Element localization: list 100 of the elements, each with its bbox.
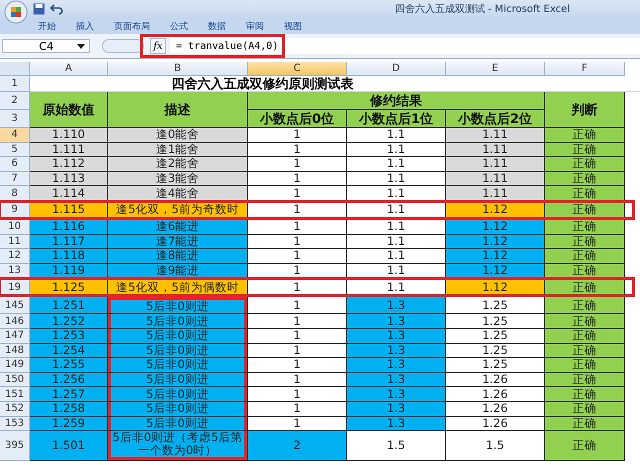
ribbon-tab[interactable]: 数据	[208, 20, 226, 32]
column-header[interactable]: B	[108, 62, 248, 76]
row-header[interactable]: 151	[0, 387, 30, 402]
ribbon-tab[interactable]: 视图	[284, 20, 302, 32]
table-cell: 1	[248, 249, 347, 264]
row-header[interactable]: 146	[0, 314, 30, 329]
table-cell: 1.1	[347, 220, 446, 235]
row-header[interactable]: 10	[0, 220, 30, 235]
table-cell: 1	[248, 372, 347, 388]
table-cell: 1.253	[30, 328, 108, 344]
table-cell: 1.5	[347, 431, 446, 462]
column-header[interactable]: E	[446, 62, 545, 76]
row-header[interactable]: 145	[0, 297, 30, 314]
table-cell: 1.3	[347, 314, 446, 329]
row-header[interactable]: 2	[0, 92, 30, 110]
table-cell: 1	[248, 358, 347, 373]
table-cell: 1.501	[30, 431, 108, 462]
table-cell: 1.11	[446, 157, 545, 172]
table-cell: 1.259	[30, 416, 108, 432]
table-cell: 1	[248, 297, 347, 314]
column-header[interactable]: C	[248, 62, 347, 76]
table-cell: 正确	[545, 372, 625, 388]
table-cell: 逢7能进	[108, 234, 248, 250]
table-cell: 1.25	[446, 328, 545, 344]
ribbon-tab[interactable]: 插入	[76, 20, 94, 32]
table-cell: 1.26	[446, 402, 545, 416]
table-cell: 1	[248, 344, 347, 358]
column-heading: 原始数值	[30, 92, 108, 128]
row-header[interactable]: 11	[0, 234, 30, 250]
row-header[interactable]: 152	[0, 402, 30, 416]
ribbon-tab[interactable]: 开始	[38, 20, 56, 32]
table-cell: 正确	[545, 220, 625, 235]
table-cell: 1.116	[30, 220, 108, 235]
table-cell: 正确	[545, 387, 625, 402]
column-header[interactable]: F	[545, 62, 625, 76]
formula-field[interactable]: = tranvalue(A4,0)	[170, 38, 640, 54]
table-cell: 逢4能舍	[108, 186, 248, 201]
column-header[interactable]: A	[30, 62, 108, 76]
row-header[interactable]: 4	[0, 128, 30, 143]
row-header[interactable]: 153	[0, 416, 30, 432]
column-header[interactable]: D	[347, 62, 446, 76]
table-cell: 正确	[545, 416, 625, 432]
row-header[interactable]: 6	[0, 157, 30, 172]
table-cell: 1.11	[446, 128, 545, 143]
table-cell: 1.1	[347, 234, 446, 250]
table-cell: 5后非0则进	[108, 344, 248, 358]
table-cell: 1.5	[446, 431, 545, 462]
row-header[interactable]: 147	[0, 328, 30, 344]
table-cell: 1.1	[347, 128, 446, 143]
save-icon[interactable]	[33, 3, 45, 15]
row-header[interactable]: 8	[0, 186, 30, 201]
undo-icon[interactable]	[50, 3, 64, 15]
row-header[interactable]: 7	[0, 172, 30, 186]
table-cell: 1.257	[30, 387, 108, 402]
ribbon-tab[interactable]: 页面布局	[114, 20, 150, 32]
table-cell: 1.1	[347, 142, 446, 158]
table-cell: 正确	[545, 142, 625, 158]
table-cell: 正确	[545, 358, 625, 373]
row-header[interactable]: 149	[0, 358, 30, 373]
table-cell: 正确	[545, 297, 625, 314]
table-cell: 1.3	[347, 416, 446, 432]
insert-function-button[interactable]: fx	[150, 38, 166, 54]
table-cell: 1.1	[347, 157, 446, 172]
table-cell: 1	[248, 142, 347, 158]
table-cell: 1.254	[30, 344, 108, 358]
row-header[interactable]: 150	[0, 372, 30, 388]
table-cell: 1	[248, 402, 347, 416]
row-header[interactable]: 148	[0, 344, 30, 358]
table-cell: 1	[248, 234, 347, 250]
table-cell: 1.3	[347, 344, 446, 358]
column-heading: 小数点后2位	[446, 110, 545, 128]
ribbon-tab[interactable]: 公式	[170, 20, 188, 32]
table-cell: 逢6能进	[108, 220, 248, 235]
table-cell: 5后非0则进	[108, 328, 248, 344]
table-cell: 1.3	[347, 372, 446, 388]
table-cell: 正确	[545, 328, 625, 344]
row-header[interactable]: 5	[0, 142, 30, 158]
splitter-handle[interactable]	[102, 39, 144, 53]
table-cell: 1.12	[446, 220, 545, 235]
row-header[interactable]: 12	[0, 249, 30, 264]
row-header[interactable]: 3	[0, 110, 30, 128]
table-cell: 1.255	[30, 358, 108, 373]
table-cell: 5后非0则进	[108, 416, 248, 432]
table-cell: 1.111	[30, 142, 108, 158]
table-cell: 5后非0则进	[108, 387, 248, 402]
table-cell: 逢0能舍	[108, 128, 248, 143]
table-cell: 正确	[545, 157, 625, 172]
table-cell: 正确	[545, 234, 625, 250]
table-cell: 1.26	[446, 372, 545, 388]
ribbon-tab[interactable]: 审阅	[246, 20, 264, 32]
table-cell: 1.12	[446, 249, 545, 264]
table-cell: 1.1	[347, 249, 446, 264]
table-cell: 1	[248, 220, 347, 235]
table-cell: 1	[248, 416, 347, 432]
row-header[interactable]: 1	[0, 76, 30, 92]
table-cell: 1.3	[347, 387, 446, 402]
name-box[interactable]: C4	[2, 39, 90, 53]
row-header[interactable]: 395	[0, 431, 30, 462]
column-heading: 修约结果	[248, 92, 545, 110]
table-cell: 正确	[545, 402, 625, 416]
